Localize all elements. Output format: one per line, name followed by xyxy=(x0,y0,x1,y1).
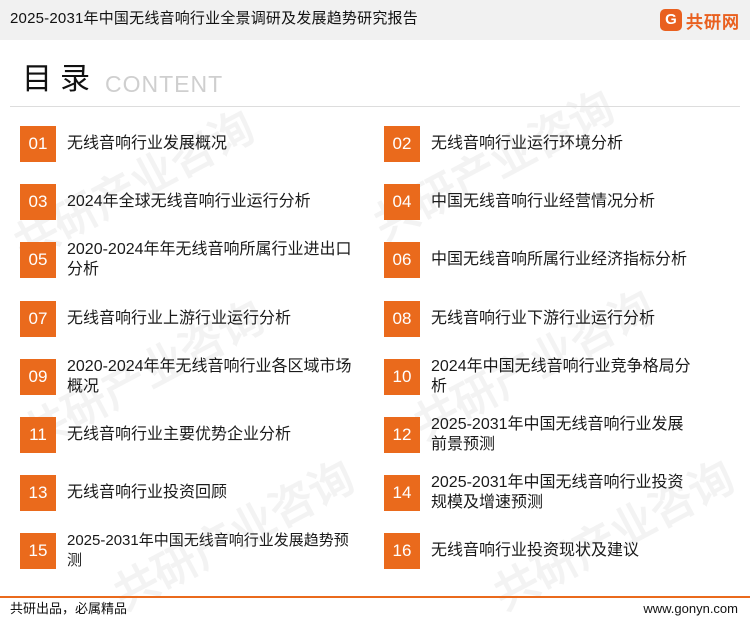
toc-number: 09 xyxy=(20,359,56,395)
toc-number: 04 xyxy=(384,184,420,220)
toc-label: 2025-2031年中国无线音响行业发展趋势预测 xyxy=(67,532,349,569)
footer-slogan: 共研出品，必属精品 xyxy=(10,601,128,616)
toc-item-12[interactable]: 12 2025-2031年中国无线音响行业发展前景预测 xyxy=(384,415,714,455)
toc-item-14[interactable]: 14 2025-2031年中国无线音响行业投资规模及增速预测 xyxy=(384,473,714,513)
toc-heading-en: CONTENT xyxy=(105,71,224,97)
toc-number: 12 xyxy=(384,417,420,453)
toc-label: 中国无线音响所属行业经济指标分析 xyxy=(431,251,688,268)
toc-label: 无线音响行业发展概况 xyxy=(67,135,228,152)
toc-number: 11 xyxy=(20,417,56,453)
toc-number: 13 xyxy=(20,475,56,511)
toc-item-13[interactable]: 13 无线音响行业投资回顾 xyxy=(20,473,350,513)
heading-divider xyxy=(10,106,740,107)
toc-label: 中国无线音响行业经营情况分析 xyxy=(431,193,656,210)
toc-label: 无线音响行业运行环境分析 xyxy=(431,135,624,152)
header-bar: 2025-2031年中国无线音响行业全景调研及发展趋势研究报告 G 共研网 xyxy=(0,0,750,40)
toc-label: 2024年全球无线音响行业运行分析 xyxy=(67,193,311,210)
toc-number: 03 xyxy=(20,184,56,220)
toc-item-06[interactable]: 06 中国无线音响所属行业经济指标分析 xyxy=(384,240,714,280)
toc-label: 无线音响行业下游行业运行分析 xyxy=(431,310,656,327)
toc-number: 06 xyxy=(384,242,420,278)
toc-item-02[interactable]: 02 无线音响行业运行环境分析 xyxy=(384,124,714,164)
toc-number: 01 xyxy=(20,126,56,162)
toc-number: 07 xyxy=(20,301,56,337)
toc-number: 02 xyxy=(384,126,420,162)
toc-label: 2025-2031年中国无线音响行业发展前景预测 xyxy=(431,416,684,453)
brand-logo: G 共研网 xyxy=(660,8,740,32)
logo-icon: G xyxy=(660,9,682,31)
toc-item-01[interactable]: 01 无线音响行业发展概况 xyxy=(20,124,350,164)
toc-label: 2024年中国无线音响行业竞争格局分析 xyxy=(431,358,691,395)
toc-number: 14 xyxy=(384,475,420,511)
toc-item-16[interactable]: 16 无线音响行业投资现状及建议 xyxy=(384,531,714,571)
footer-url[interactable]: www.gonyn.com xyxy=(643,601,738,617)
toc-label: 无线音响行业上游行业运行分析 xyxy=(67,310,292,327)
report-title: 2025-2031年中国无线音响行业全景调研及发展趋势研究报告 xyxy=(10,10,418,27)
footer-divider xyxy=(0,596,750,598)
toc-label: 无线音响行业投资回顾 xyxy=(67,484,228,501)
toc-label: 无线音响行业主要优势企业分析 xyxy=(67,426,292,443)
toc-item-05[interactable]: 05 2020-2024年年无线音响所属行业进出口分析 xyxy=(20,240,352,280)
toc-item-15[interactable]: 15 2025-2031年中国无线音响行业发展趋势预测 xyxy=(20,531,350,571)
toc-heading: 目录 xyxy=(22,63,98,96)
toc-item-10[interactable]: 10 2024年中国无线音响行业竞争格局分析 xyxy=(384,357,714,397)
toc-label: 2020-2024年年无线音响所属行业进出口分析 xyxy=(67,241,352,278)
toc-number: 08 xyxy=(384,301,420,337)
toc-item-08[interactable]: 08 无线音响行业下游行业运行分析 xyxy=(384,299,714,339)
toc-number: 05 xyxy=(20,242,56,278)
toc-label: 2025-2031年中国无线音响行业投资规模及增速预测 xyxy=(431,474,684,511)
logo-text: 共研网 xyxy=(686,12,740,32)
toc-item-09[interactable]: 09 2020-2024年年无线音响行业各区域市场概况 xyxy=(20,357,352,397)
toc-label: 无线音响行业投资现状及建议 xyxy=(431,542,640,559)
toc-item-11[interactable]: 11 无线音响行业主要优势企业分析 xyxy=(20,415,350,455)
toc-label: 2020-2024年年无线音响行业各区域市场概况 xyxy=(67,358,352,395)
toc-item-03[interactable]: 03 2024年全球无线音响行业运行分析 xyxy=(20,182,350,222)
toc-number: 10 xyxy=(384,359,420,395)
toc-item-04[interactable]: 04 中国无线音响行业经营情况分析 xyxy=(384,182,714,222)
toc-item-07[interactable]: 07 无线音响行业上游行业运行分析 xyxy=(20,299,350,339)
toc-number: 15 xyxy=(20,533,56,569)
toc-number: 16 xyxy=(384,533,420,569)
